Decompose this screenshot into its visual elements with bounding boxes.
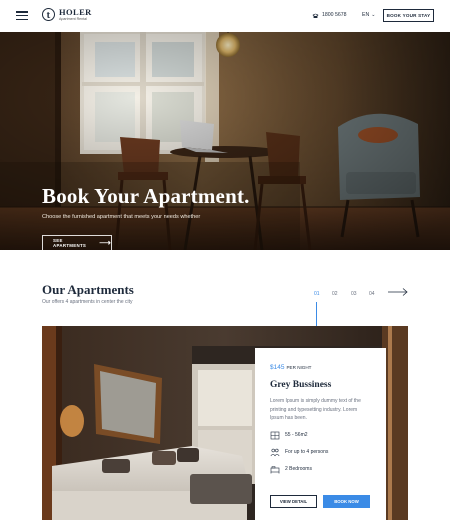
- phone-number: 1800 5678: [322, 12, 347, 18]
- site-header: t HOLER Apartment Rental 1800 5678 EN ⌄ …: [0, 0, 450, 32]
- arrow-right-icon: ⟶: [99, 238, 111, 247]
- hero-banner: Book Your Apartment. Choose the furnishe…: [0, 32, 450, 250]
- logo-name: HOLER: [59, 7, 92, 17]
- feature-persons: For up to 4 persons: [270, 448, 371, 457]
- see-apartments-button[interactable]: SEE APARTMENTS ⟶: [42, 235, 112, 250]
- pager-item-01[interactable]: 01: [314, 291, 320, 297]
- feature-area-text: 55 - 56m2: [285, 432, 308, 438]
- language-label: EN: [362, 12, 370, 18]
- feature-bedrooms: 2 Bedrooms: [270, 465, 371, 474]
- phone-contact[interactable]: 1800 5678: [312, 12, 347, 18]
- next-arrow-icon[interactable]: [388, 287, 408, 297]
- feature-area: 55 - 56m2: [270, 431, 371, 440]
- apartment-description: Lorem Ipsum is simply dummy text of the …: [270, 398, 361, 421]
- persons-icon: [270, 448, 280, 456]
- logo[interactable]: t HOLER Apartment Rental: [42, 7, 92, 22]
- chevron-down-icon: ⌄: [371, 12, 376, 18]
- apartment-card: $145 PER NIGHT Grey Bussiness Lorem Ipsu…: [255, 348, 386, 520]
- pager-item-03[interactable]: 03: [351, 291, 357, 297]
- pager-item-04[interactable]: 04: [369, 291, 375, 297]
- apartment-title: Grey Bussiness: [270, 380, 332, 390]
- logo-tagline: Apartment Rental: [59, 16, 87, 21]
- hero-subtitle: Choose the furnished apartment that meet…: [42, 214, 201, 220]
- feature-bedrooms-text: 2 Bedrooms: [285, 466, 312, 472]
- book-your-stay-button[interactable]: BOOK YOUR STAY: [383, 9, 434, 22]
- pager-item-02[interactable]: 02: [332, 291, 338, 297]
- price-unit: PER NIGHT: [286, 365, 312, 370]
- section-title: Our Apartments: [42, 282, 134, 297]
- hero-title: Book Your Apartment.: [42, 184, 250, 208]
- language-selector[interactable]: EN ⌄: [362, 12, 375, 18]
- area-icon: [270, 431, 280, 439]
- book-now-button[interactable]: BOOK NOW: [323, 495, 370, 508]
- feature-persons-text: For up to 4 persons: [285, 449, 329, 455]
- pager-indicator-line: [316, 302, 317, 326]
- logo-mark: t: [42, 8, 55, 22]
- see-apartments-label: SEE APARTMENTS: [53, 238, 87, 248]
- price-value: $145: [270, 364, 285, 371]
- view-detail-button[interactable]: VIEW DETAIL: [270, 495, 317, 508]
- section-subtitle: Our offers 4 apartments in center the ci…: [42, 299, 133, 305]
- menu-icon[interactable]: [16, 11, 28, 21]
- phone-icon: [312, 13, 319, 18]
- price: $145 PER NIGHT: [270, 364, 371, 371]
- bed-icon: [270, 465, 280, 473]
